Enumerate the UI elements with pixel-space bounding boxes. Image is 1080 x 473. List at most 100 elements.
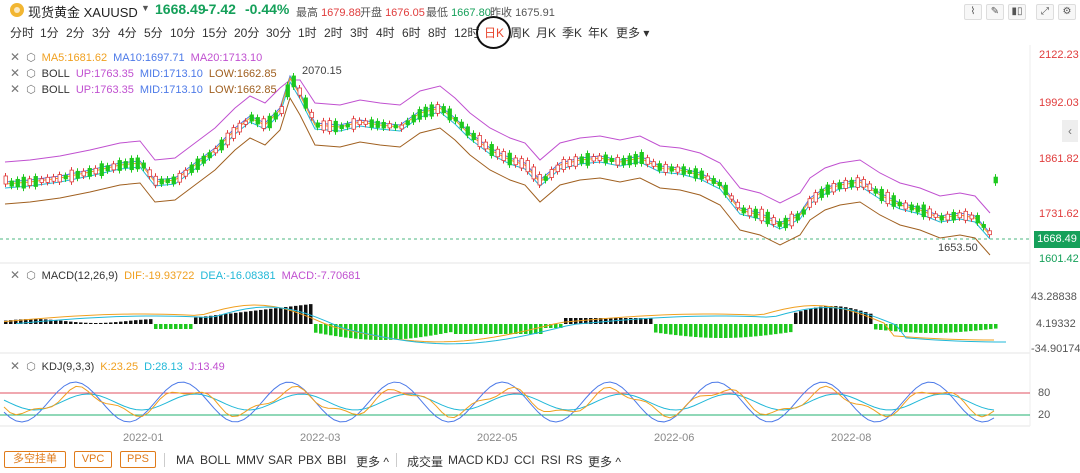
macd-bar <box>269 308 273 324</box>
macd-bar <box>149 319 153 324</box>
macd-bar <box>364 324 368 340</box>
macd-bar <box>739 324 743 338</box>
candle-body <box>465 126 470 136</box>
macd-bar <box>74 322 78 324</box>
macd-bar <box>174 324 178 329</box>
macd-tick: 4.19332 <box>1036 318 1076 330</box>
pps-button[interactable]: PPS <box>120 451 156 468</box>
vpc-button[interactable]: VPC <box>74 451 112 468</box>
candle-body <box>369 119 374 128</box>
main-indicator-5[interactable]: BBI <box>327 453 346 467</box>
main-indicator-1[interactable]: BOLL <box>200 453 231 467</box>
main-indicator-3[interactable]: SAR <box>268 453 293 467</box>
sub-indicator-1[interactable]: MACD <box>448 453 483 467</box>
candle-body <box>735 201 740 209</box>
min-price-label: 1653.50 <box>938 242 978 254</box>
macd-bar <box>369 324 373 340</box>
candle-body <box>207 152 212 159</box>
candle-body <box>279 106 284 114</box>
macd-bar <box>454 324 458 334</box>
candle-body <box>87 168 92 177</box>
kline-chart[interactable] <box>0 0 1080 473</box>
macd-bar <box>294 305 298 324</box>
macd-bar <box>789 324 793 333</box>
candle-body <box>801 209 806 215</box>
sub-indicator-2[interactable]: KDJ <box>486 453 509 467</box>
candle-body <box>897 201 902 207</box>
date-tick: 2022-03 <box>300 432 341 444</box>
macd-bar <box>484 324 488 334</box>
main-indicator-6[interactable]: 更多 ^ <box>356 453 389 470</box>
main-indicator-0[interactable]: MA <box>176 453 194 467</box>
sub-indicator-3[interactable]: CCI <box>514 453 535 467</box>
main-indicator-2[interactable]: MMV <box>236 453 264 467</box>
candle-body <box>27 178 32 186</box>
macd-bar <box>59 320 63 324</box>
macd-bar <box>99 322 103 324</box>
macd-bar <box>114 322 118 324</box>
candle-body <box>147 169 152 177</box>
candle-body <box>651 161 656 167</box>
order-book-button[interactable]: 多空挂单 <box>4 451 66 468</box>
sub-indicator-6[interactable]: 更多 ^ <box>588 453 621 470</box>
macd-bar <box>414 324 418 338</box>
macd-bar <box>964 324 968 332</box>
macd-bar <box>224 314 228 324</box>
candle-body <box>75 170 80 179</box>
candle-body <box>585 153 590 166</box>
candle-body <box>63 175 68 180</box>
candle-body <box>159 178 164 185</box>
macd-bar <box>429 324 433 336</box>
macd-bar <box>219 314 223 324</box>
macd-bar <box>94 322 98 324</box>
candle-body <box>267 115 272 129</box>
macd-bar <box>719 324 723 338</box>
macd-bar <box>504 324 508 334</box>
chevron-left-icon[interactable]: ‹ <box>1062 120 1078 142</box>
sub-indicator-0[interactable]: 成交量 <box>407 453 443 470</box>
sub-indicator-4[interactable]: RSI <box>541 453 561 467</box>
candle-body <box>339 124 344 130</box>
macd-bar <box>919 324 923 333</box>
candle-body <box>813 192 818 203</box>
macd-bar <box>969 324 973 332</box>
candle-body <box>657 163 662 171</box>
candle-body <box>759 208 764 222</box>
macd-bar <box>909 324 913 333</box>
candle-body <box>951 211 956 221</box>
candle-body <box>285 84 290 98</box>
candle-body <box>489 144 494 156</box>
candle-body <box>933 213 938 218</box>
candle-body <box>525 160 530 173</box>
macd-bar <box>309 304 313 324</box>
macd-bar <box>774 324 778 335</box>
candle-body <box>873 188 878 194</box>
macd-bar <box>479 324 483 334</box>
sub-indicator-5[interactable]: RS <box>566 453 583 467</box>
macd-bar <box>784 324 788 333</box>
main-indicator-4[interactable]: PBX <box>298 453 322 467</box>
candle-body <box>609 158 614 162</box>
candle-body <box>741 207 746 214</box>
macd-bar <box>469 324 473 334</box>
candle-body <box>579 156 584 164</box>
macd-bar <box>434 324 438 335</box>
current-price-tag: 1668.49 <box>1034 231 1080 248</box>
macd-bar <box>379 324 383 340</box>
macd-bar <box>264 309 268 324</box>
candle-body <box>531 166 536 180</box>
candle-body <box>795 213 800 221</box>
macd-bar <box>714 324 718 338</box>
macd-bar <box>979 324 983 331</box>
candle-body <box>57 174 62 183</box>
macd-bar <box>674 324 678 336</box>
macd-bar <box>904 324 908 333</box>
macd-bar <box>554 324 558 328</box>
candle-body <box>549 169 554 178</box>
candle-body <box>669 166 674 172</box>
macd-bar <box>279 307 283 324</box>
candle-body <box>843 179 848 189</box>
candle-body <box>123 161 128 169</box>
macd-bar <box>194 317 198 324</box>
candle-body <box>957 212 962 219</box>
